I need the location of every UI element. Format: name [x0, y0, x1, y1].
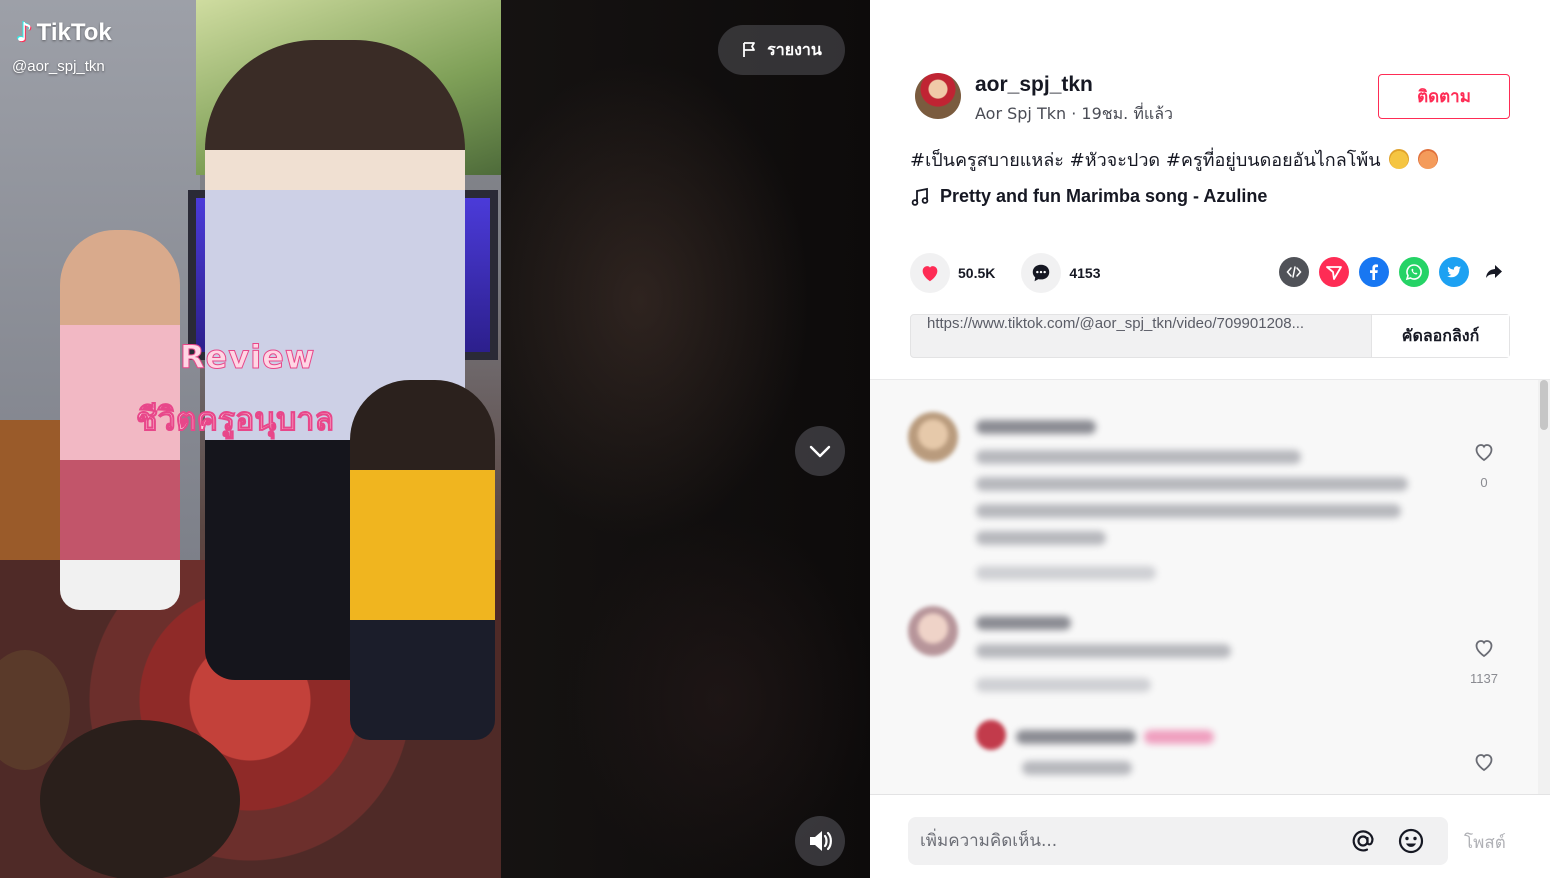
music-note-icon — [911, 187, 929, 206]
send-icon — [1326, 266, 1342, 280]
video-frame[interactable]: Review ชีวิตครูอนุบาล ♪ TikTok @aor_spj_… — [0, 0, 501, 878]
watermark-handle: @aor_spj_tkn — [12, 58, 105, 75]
share-buttons — [1279, 257, 1509, 287]
send-button[interactable] — [1319, 257, 1349, 287]
emoji-dizzy-face-icon — [1389, 149, 1410, 169]
post-comment-button[interactable]: โพสต์ — [1464, 829, 1506, 856]
comment-text — [976, 477, 1408, 491]
more-share-button[interactable] — [1479, 257, 1509, 287]
chevron-down-icon — [809, 445, 831, 458]
video-overlay-title: Review — [179, 338, 316, 377]
video-player[interactable]: Review ชีวิตครูอนุบาล ♪ TikTok @aor_spj_… — [0, 0, 870, 878]
comment-like-count: 1137 — [1470, 671, 1498, 686]
whatsapp-icon — [1405, 264, 1422, 281]
comment-scrollbar[interactable] — [1538, 380, 1550, 794]
tiktok-note-icon: ♪ — [16, 18, 33, 48]
author-subline: Aor Spj Tkn · 19ชม. ที่แล้ว — [975, 104, 1173, 123]
video-overlay-subtitle: ชีวิตครูอนุบาล — [135, 400, 335, 439]
comment-meta — [976, 678, 1151, 692]
comment-username[interactable] — [976, 420, 1096, 434]
heart-outline-icon — [1475, 444, 1493, 462]
twitter-icon — [1447, 266, 1461, 278]
comment-text — [976, 504, 1401, 518]
heart-outline-icon — [1475, 754, 1493, 772]
comment-text — [976, 450, 1301, 464]
comment-list[interactable]: 0 1137 — [870, 379, 1550, 794]
comment-like[interactable] — [1464, 750, 1504, 785]
comment-username[interactable] — [976, 616, 1071, 630]
comment-like[interactable]: 1137 — [1464, 636, 1504, 686]
engagement-bar: 50.5K 4153 — [910, 253, 1127, 293]
reply-author-badge — [1144, 730, 1214, 744]
flag-icon — [743, 42, 756, 57]
comment-composer: โพสต์ — [870, 794, 1550, 878]
reply-username[interactable] — [1016, 730, 1136, 744]
comment-button[interactable] — [1021, 253, 1062, 293]
follow-button[interactable]: ติดตาม — [1378, 74, 1510, 119]
scrollbar-thumb[interactable] — [1540, 380, 1548, 430]
emoji-astonished-face-icon — [1418, 149, 1439, 169]
reply-avatar[interactable] — [976, 720, 1006, 750]
like-button[interactable] — [910, 253, 950, 293]
share-arrow-icon — [1486, 265, 1502, 278]
emoji-picker-icon[interactable] — [1396, 826, 1426, 856]
reply-text — [1022, 761, 1132, 775]
speaker-icon — [810, 831, 832, 851]
post-detail-panel: aor_spj_tkn Aor Spj Tkn · 19ชม. ที่แล้ว … — [870, 0, 1550, 878]
video-link-box: https://www.tiktok.com/@aor_spj_tkn/vide… — [910, 314, 1510, 358]
video-link-text[interactable]: https://www.tiktok.com/@aor_spj_tkn/vide… — [911, 315, 1371, 357]
whatsapp-share-button[interactable] — [1399, 257, 1429, 287]
comment-count: 4153 — [1069, 265, 1101, 281]
next-video-button[interactable] — [795, 426, 845, 476]
scene-head-foreground — [40, 720, 240, 878]
comment-bubble-icon — [1033, 264, 1050, 282]
tiktok-logo-text: TikTok — [36, 19, 112, 46]
music-title: Pretty and fun Marimba song - Azuline — [940, 186, 1268, 206]
comment-like[interactable]: 0 — [1464, 440, 1504, 490]
comment-text — [976, 644, 1231, 658]
report-button[interactable]: รายงาน — [718, 25, 845, 75]
author-avatar[interactable] — [915, 73, 961, 119]
heart-outline-icon — [1475, 640, 1493, 658]
copy-link-button[interactable]: คัดลอกลิงก์ — [1371, 315, 1509, 357]
report-label: รายงาน — [767, 39, 822, 59]
comment-text — [976, 531, 1106, 545]
comment-meta — [976, 566, 1156, 580]
comment-avatar[interactable] — [908, 606, 958, 656]
comment-like-count: 0 — [1480, 475, 1488, 490]
mention-icon[interactable] — [1348, 826, 1378, 856]
facebook-share-button[interactable] — [1359, 257, 1389, 287]
volume-button[interactable] — [795, 816, 845, 866]
comment-avatar[interactable] — [908, 412, 958, 462]
scene-child-yellow — [350, 380, 495, 740]
facebook-icon — [1370, 264, 1378, 280]
music-info[interactable]: Pretty and fun Marimba song - Azuline — [910, 186, 1267, 207]
twitter-share-button[interactable] — [1439, 257, 1469, 287]
author-username[interactable]: aor_spj_tkn — [975, 73, 1093, 97]
tiktok-watermark: ♪ TikTok — [16, 18, 112, 48]
embed-button[interactable] — [1279, 257, 1309, 287]
embed-icon — [1286, 266, 1302, 278]
heart-filled-icon — [922, 266, 938, 282]
like-count: 50.5K — [958, 265, 996, 281]
caption-text: #เป็นครูสบายแหล่ะ #หัวจะปวด #ครูที่อยู่บ… — [910, 150, 1381, 171]
post-caption: #เป็นครูสบายแหล่ะ #หัวจะปวด #ครูที่อยู่บ… — [910, 145, 1439, 174]
